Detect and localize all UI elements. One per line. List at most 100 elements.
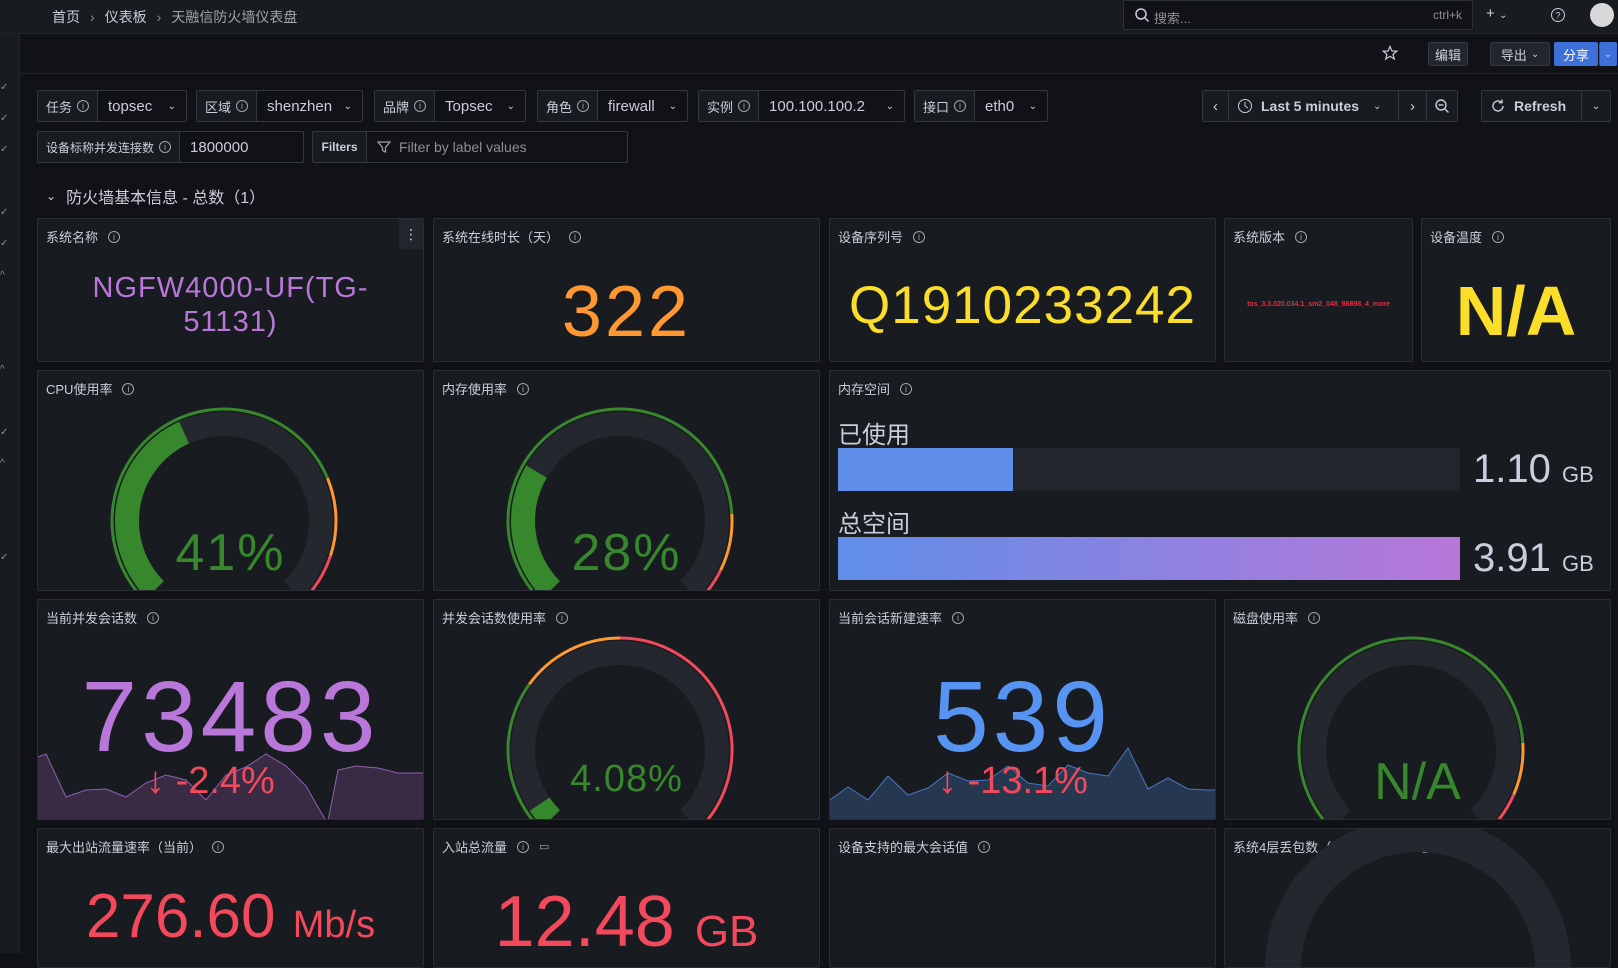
time-back-button[interactable]: ‹ — [1203, 91, 1229, 121]
var-label-text: 实例 — [707, 99, 734, 115]
stat-value: tos_3.3.020.034.1_sm2_048_86898_4_more — [1247, 301, 1390, 308]
gauge-value: 28% — [571, 524, 682, 582]
stat-value: 12.48 GB — [434, 881, 819, 963]
export-button[interactable]: 导出 ⌄ — [1490, 42, 1550, 66]
panel-title-text: 内存空间 — [838, 382, 891, 397]
panel-uptime[interactable]: 系统在线时长（天） i 322 — [433, 218, 820, 362]
nav-chevron-icon[interactable]: ✓ — [0, 427, 8, 438]
panel-temperature[interactable]: 设备温度 i N/A — [1421, 218, 1611, 362]
var-label: 角色 i — [538, 91, 599, 121]
panel-disk[interactable]: 磁盘使用率 i N/A — [1224, 599, 1611, 820]
var-value[interactable]: Topsec ⌄ — [435, 91, 525, 121]
stat-value: Q1910233242 — [849, 276, 1196, 335]
var-max-connections[interactable]: 设备标称并发连接数 i 1800000 — [37, 131, 304, 163]
panel-title: 系统在线时长（天） i — [442, 227, 582, 246]
panel-memory[interactable]: 内存使用率 i 28% — [433, 370, 820, 591]
search-input[interactable]: 搜索... ctrl+k — [1123, 0, 1473, 30]
refresh-interval-button[interactable]: ⌄ — [1582, 91, 1610, 121]
var-instance[interactable]: 实例 i 100.100.100.2 ⌄ — [698, 90, 905, 122]
panel-serial[interactable]: 设备序列号 i Q1910233242 — [829, 218, 1216, 362]
var-value[interactable]: shenzhen ⌄ — [257, 91, 362, 121]
share-button[interactable]: 分享 — [1554, 42, 1598, 66]
var-text-input[interactable]: 1800000 — [180, 132, 303, 162]
refresh-button[interactable]: Refresh — [1482, 91, 1582, 121]
nav-chevron-icon[interactable]: ^ — [0, 458, 5, 469]
var-value-text: Topsec — [445, 97, 493, 115]
chevron-down-icon: ⌄ — [885, 100, 894, 112]
filters-placeholder: Filter by label values — [399, 139, 527, 155]
nav-chevron-icon[interactable]: ✓ — [0, 113, 8, 124]
panel-title: 系统名称 i — [46, 227, 121, 246]
var-value[interactable]: 100.100.100.2 ⌄ — [759, 91, 904, 121]
left-nav-strip: ▢ ✓ ✓ ✓ ✓ ✓ ^ ^ ✓ ^ ✓ — [0, 0, 20, 953]
refresh-icon — [1492, 99, 1504, 112]
panel-max-sessions[interactable]: 设备支持的最大会话值 i — [829, 828, 1216, 968]
edit-button[interactable]: 编辑 — [1428, 42, 1468, 66]
var-interface[interactable]: 接口 i eth0 ⌄ — [914, 90, 1048, 122]
share-menu-button[interactable]: ⌄ — [1599, 42, 1617, 66]
stat-value-line: NGFW4000-UF(TG- — [92, 272, 369, 304]
nav-chevron-icon[interactable]: ✓ — [0, 238, 8, 249]
var-value-text: 1800000 — [190, 138, 249, 156]
panel-sysname[interactable]: 系统名称 i ⋮ NGFW4000-UF(TG- 51131) — [37, 218, 424, 362]
stat-delta: ↓ -13.1% — [938, 760, 1088, 803]
zoom-out-button[interactable] — [1427, 91, 1457, 121]
var-brand[interactable]: 品牌 i Topsec ⌄ — [374, 90, 526, 122]
nav-chevron-icon[interactable]: ^ — [0, 270, 5, 281]
breadcrumb-separator: › — [90, 9, 95, 25]
info-icon: i — [517, 840, 530, 853]
chevron-down-icon: ⌄ — [1028, 100, 1037, 112]
var-value-text: topsec — [108, 97, 153, 115]
var-job[interactable]: 任务 i topsec ⌄ — [37, 90, 187, 122]
breadcrumb-home[interactable]: 首页 — [52, 7, 80, 27]
var-value[interactable]: eth0 ⌄ — [975, 91, 1047, 121]
nav-chevron-icon[interactable]: ✓ — [0, 144, 8, 155]
row-title: 防火墙基本信息 - 总数（1） — [66, 190, 266, 207]
var-label: 实例 i — [699, 91, 760, 121]
info-icon: i — [77, 100, 90, 112]
time-range-button[interactable]: Last 5 minutes ⌄ — [1229, 91, 1399, 121]
var-role[interactable]: 角色 i firewall ⌄ — [537, 90, 688, 122]
filters-input[interactable]: Filter by label values — [367, 132, 527, 162]
var-value-text: firewall — [608, 97, 655, 115]
panel-outbound[interactable]: 最大出站流量速率（当前） i 276.60 Mb/s — [37, 828, 424, 968]
star-icon[interactable] — [1382, 45, 1398, 61]
chevron-down-icon: ⌄ — [1373, 100, 1382, 112]
var-value[interactable]: topsec ⌄ — [98, 91, 186, 121]
time-forward-button[interactable]: › — [1399, 91, 1427, 121]
panel-version[interactable]: 系统版本 i tos_3.3.020.034.1_sm2_048_86898_4_… — [1224, 218, 1413, 362]
info-icon: i — [236, 100, 249, 112]
panel-sessions[interactable]: 当前并发会话数 i 73483 ↓ -2.4% — [37, 599, 424, 820]
panel-session-usage[interactable]: 并发会话数使用率 i 4.08% — [433, 599, 820, 820]
avatar[interactable] — [1590, 3, 1614, 27]
stat-value: 322 — [561, 272, 692, 352]
panel-inbound[interactable]: 入站总流量 i ▭ 12.48 GB — [433, 828, 820, 968]
adhoc-filters[interactable]: Filters Filter by label values — [312, 131, 628, 163]
search-placeholder: 搜索... — [1154, 11, 1191, 26]
panel-title: 设备序列号 i — [838, 227, 926, 246]
var-label-text: 品牌 — [383, 99, 410, 115]
var-label: 区域 i — [197, 91, 258, 121]
panel-packet-drop[interactable]: 系统4层丢包数（当前丢包率） i — [1224, 828, 1611, 968]
panel-new-sessions[interactable]: 当前会话新建速率 i 539 ↓ -13.1% — [829, 599, 1216, 820]
stat-delta-text: -13.1% — [967, 760, 1088, 802]
nav-chevron-icon[interactable]: ✓ — [0, 207, 8, 218]
nav-chevron-icon[interactable]: ^ — [0, 364, 5, 375]
info-icon: i — [414, 100, 427, 112]
panel-title: 设备支持的最大会话值 i — [838, 837, 991, 856]
var-region[interactable]: 区域 i shenzhen ⌄ — [196, 90, 363, 122]
panel-cpu[interactable]: CPU使用率 i 41% — [37, 370, 424, 591]
nav-chevron-icon[interactable]: ✓ — [0, 82, 8, 93]
breadcrumb-current: 天融信防火墙仪表盘 — [171, 9, 298, 25]
stat-value-number: 276.60 — [85, 882, 276, 951]
info-icon: i — [577, 100, 590, 112]
breadcrumb-dashboards[interactable]: 仪表板 — [105, 7, 147, 27]
nav-chevron-icon[interactable]: ✓ — [0, 552, 8, 563]
panel-title-text: 设备温度 — [1430, 230, 1483, 245]
row-header[interactable]: ⌄ 防火墙基本信息 - 总数（1） — [46, 184, 265, 208]
panel-memory-space[interactable]: 内存空间 i 已使用 1.10 GB 总空间 3.91 GB — [829, 370, 1611, 591]
var-value[interactable]: firewall ⌄ — [598, 91, 687, 121]
help-icon[interactable]: ? — [1550, 7, 1566, 23]
panel-menu-icon[interactable]: ⋮ — [399, 219, 423, 249]
add-icon[interactable]: + ⌄ — [1486, 5, 1507, 22]
